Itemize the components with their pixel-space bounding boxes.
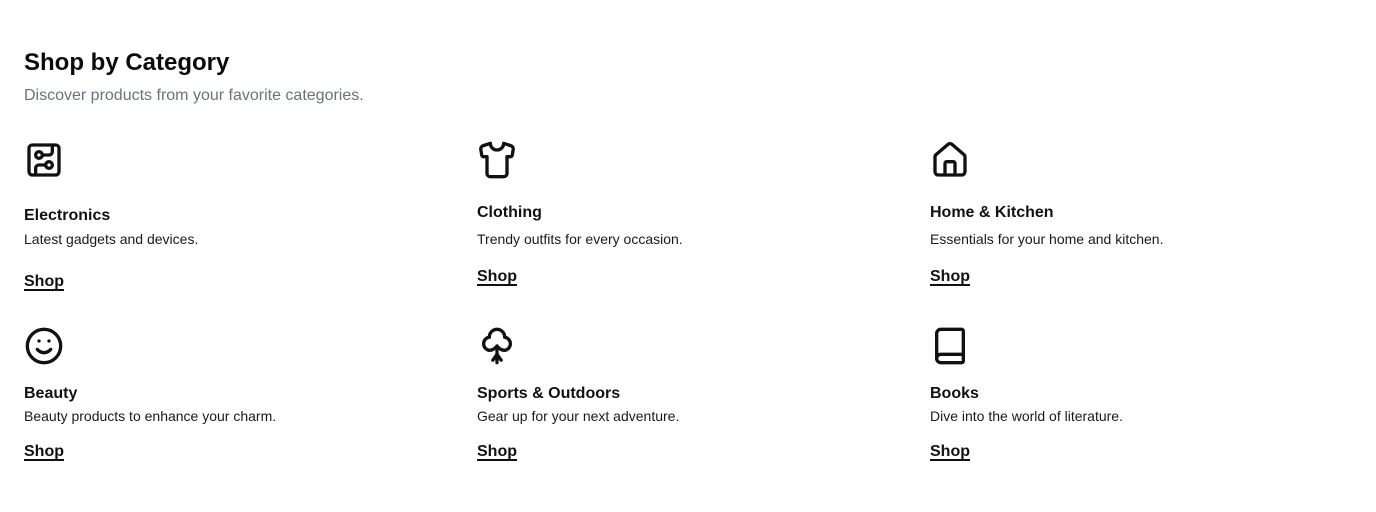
category-card-sports-outdoors: Sports & Outdoors Gear up for your next … bbox=[477, 326, 897, 476]
category-title: Beauty bbox=[24, 385, 78, 402]
shop-link-clothing[interactable]: Shop bbox=[477, 267, 517, 287]
category-title: Sports & Outdoors bbox=[477, 385, 621, 402]
category-title: Clothing bbox=[477, 204, 542, 221]
category-card-beauty: Beauty Beauty products to enhance your c… bbox=[24, 326, 444, 476]
home-icon bbox=[930, 140, 970, 180]
category-description: Gear up for your next adventure. bbox=[477, 408, 680, 424]
shop-by-category-section: Shop by Category Discover products from … bbox=[0, 0, 1376, 512]
category-title: Electronics bbox=[24, 207, 111, 224]
book-icon bbox=[930, 326, 970, 366]
category-description: Essentials for your home and kitchen. bbox=[930, 231, 1164, 247]
shop-link-sports-outdoors[interactable]: Shop bbox=[477, 442, 517, 462]
category-title: Home & Kitchen bbox=[930, 204, 1054, 221]
circuit-board-icon bbox=[24, 140, 64, 180]
shop-link-electronics[interactable]: Shop bbox=[24, 272, 64, 292]
shirt-icon bbox=[477, 140, 517, 180]
category-description: Latest gadgets and devices. bbox=[24, 231, 199, 247]
category-description: Dive into the world of literature. bbox=[930, 408, 1123, 424]
shop-link-home-kitchen[interactable]: Shop bbox=[930, 267, 970, 287]
category-card-electronics: Electronics Latest gadgets and devices. … bbox=[24, 140, 444, 300]
section-subtitle: Discover products from your favorite cat… bbox=[24, 87, 364, 104]
shop-link-books[interactable]: Shop bbox=[930, 442, 970, 462]
category-description: Beauty products to enhance your charm. bbox=[24, 408, 277, 424]
category-description: Trendy outfits for every occasion. bbox=[477, 231, 683, 247]
category-card-clothing: Clothing Trendy outfits for every occasi… bbox=[477, 140, 897, 300]
category-card-home-kitchen: Home & Kitchen Essentials for your home … bbox=[930, 140, 1350, 300]
clover-icon bbox=[477, 326, 517, 366]
category-title: Books bbox=[930, 385, 979, 402]
section-title: Shop by Category bbox=[24, 49, 230, 76]
shop-link-beauty[interactable]: Shop bbox=[24, 442, 64, 462]
category-card-books: Books Dive into the world of literature.… bbox=[930, 326, 1350, 476]
smile-icon bbox=[24, 326, 64, 366]
